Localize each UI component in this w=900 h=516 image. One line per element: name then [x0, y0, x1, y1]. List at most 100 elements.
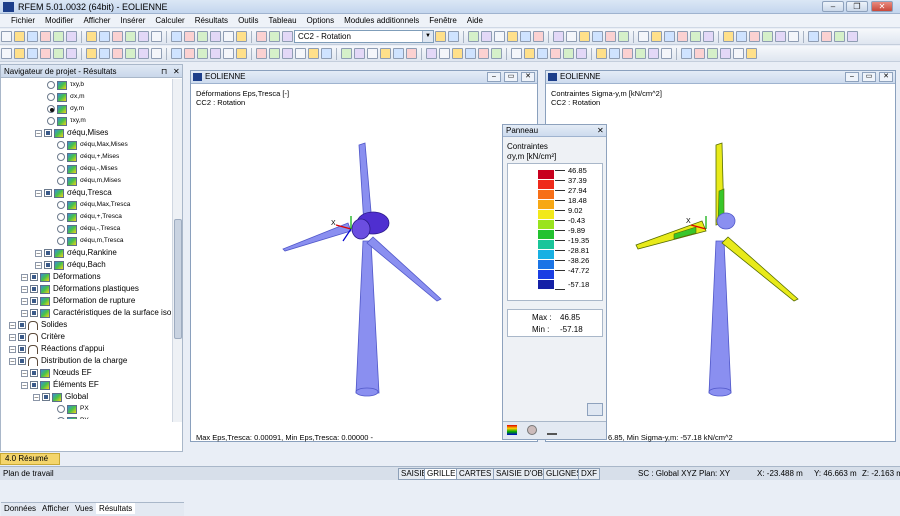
tb2-tool-icon-1[interactable] — [14, 48, 25, 59]
tb2-tool-icon-59[interactable] — [720, 48, 731, 59]
checkbox[interactable] — [30, 273, 38, 281]
tb1-tool-icon-1[interactable] — [14, 31, 25, 42]
tb2-tool-icon-33[interactable] — [406, 48, 417, 59]
menu-item-1[interactable]: Modifier — [40, 16, 78, 25]
status-toggle-dxf[interactable]: DXF — [578, 468, 600, 480]
radio-button[interactable] — [47, 81, 55, 89]
tb1-tool-icon-25[interactable] — [435, 31, 446, 42]
menu-item-2[interactable]: Afficher — [78, 16, 115, 25]
pin-icon[interactable]: ⊓ — [161, 67, 167, 76]
tree-item[interactable]: σéqu,+,Mises — [57, 151, 119, 163]
tb2-tool-icon-32[interactable] — [393, 48, 404, 59]
tb1-tool-icon-37[interactable] — [579, 31, 590, 42]
tb1-tool-icon-14[interactable] — [171, 31, 182, 42]
tree-item[interactable]: – Distribution de la charge — [9, 355, 127, 367]
tb2-tool-icon-57[interactable] — [694, 48, 705, 59]
tb2-tool-icon-40[interactable] — [491, 48, 502, 59]
maximize-button[interactable]: ❐ — [846, 1, 868, 12]
radio-button[interactable] — [57, 177, 65, 185]
tb2-tool-icon-45[interactable] — [550, 48, 561, 59]
radio-button[interactable] — [57, 165, 65, 173]
radio-button[interactable] — [57, 153, 65, 161]
tb2-tool-icon-39[interactable] — [478, 48, 489, 59]
loadcase-combo[interactable]: CC2 - Rotation ▼ — [294, 30, 434, 43]
tb2-tool-icon-35[interactable] — [426, 48, 437, 59]
checkbox[interactable] — [42, 393, 50, 401]
expand-icon[interactable]: – — [35, 261, 42, 269]
tb2-tool-icon-3[interactable] — [40, 48, 51, 59]
tree-item[interactable]: σéqu,m,Mises — [57, 175, 121, 187]
tb2-tool-icon-46[interactable] — [563, 48, 574, 59]
tree-item[interactable]: – Réactions d'appui — [9, 343, 104, 355]
tree-item[interactable]: τxy,b — [47, 79, 84, 91]
tb2-tool-icon-36[interactable] — [439, 48, 450, 59]
tb1-tool-icon-8[interactable] — [99, 31, 110, 42]
expand-icon[interactable]: – — [9, 345, 16, 353]
radio-button[interactable] — [47, 93, 55, 101]
tree-item[interactable]: – σéqu,Tresca — [35, 187, 112, 199]
tb2-tool-icon-54[interactable] — [661, 48, 672, 59]
tb1-tool-icon-39[interactable] — [605, 31, 616, 42]
tree-item[interactable]: σy,m — [47, 103, 84, 115]
panel-close-icon[interactable]: ✕ — [597, 126, 604, 135]
navigator-close-icon[interactable]: ✕ — [173, 67, 180, 76]
color-scale-tab-icon[interactable] — [507, 425, 517, 435]
filter-tab-icon[interactable] — [547, 425, 557, 435]
tb1-tool-icon-12[interactable] — [151, 31, 162, 42]
checkbox[interactable] — [30, 381, 38, 389]
checkbox[interactable] — [18, 345, 26, 353]
menu-item-10[interactable]: Fenêtre — [424, 16, 462, 25]
expand-icon[interactable]: – — [21, 369, 28, 377]
tb2-tool-icon-8[interactable] — [99, 48, 110, 59]
combo-arrow-icon[interactable]: ▼ — [422, 31, 433, 42]
tree-item[interactable]: – Déformation de rupture — [21, 295, 135, 307]
tb2-tool-icon-25[interactable] — [308, 48, 319, 59]
tree-item[interactable]: – Global — [33, 391, 88, 403]
tb2-tool-icon-19[interactable] — [236, 48, 247, 59]
tb2-tool-icon-2[interactable] — [27, 48, 38, 59]
tb2-tool-icon-38[interactable] — [465, 48, 476, 59]
tb1-tool-icon-52[interactable] — [762, 31, 773, 42]
tb1-tool-icon-44[interactable] — [664, 31, 675, 42]
tree-item[interactable]: – Déformations — [21, 271, 101, 283]
radio-button[interactable] — [57, 225, 65, 233]
tb2-tool-icon-26[interactable] — [321, 48, 332, 59]
menu-item-0[interactable]: Fichier — [6, 16, 40, 25]
tree-item[interactable]: – σéqu,Bach — [35, 259, 106, 271]
tb1-tool-icon-58[interactable] — [834, 31, 845, 42]
tb1-tool-icon-50[interactable] — [736, 31, 747, 42]
tb1-tool-icon-33[interactable] — [533, 31, 544, 42]
expand-icon[interactable]: – — [9, 333, 16, 341]
tb2-tool-icon-0[interactable] — [1, 48, 12, 59]
tb2-tool-icon-23[interactable] — [282, 48, 293, 59]
tree-item[interactable]: PX — [57, 403, 89, 415]
tb1-tool-icon-46[interactable] — [690, 31, 701, 42]
navigator-tab-3[interactable]: Résultats — [95, 503, 136, 514]
navigator-tab-2[interactable]: Vues — [72, 503, 96, 514]
tb2-tool-icon-52[interactable] — [635, 48, 646, 59]
expand-icon[interactable]: – — [21, 285, 28, 293]
checkbox[interactable] — [30, 369, 38, 377]
tb2-tool-icon-56[interactable] — [681, 48, 692, 59]
tb2-tool-icon-17[interactable] — [210, 48, 221, 59]
tb1-tool-icon-3[interactable] — [40, 31, 51, 42]
radio-button[interactable] — [57, 237, 65, 245]
tb1-tool-icon-19[interactable] — [236, 31, 247, 42]
expand-icon[interactable]: – — [21, 273, 28, 281]
checkbox[interactable] — [30, 309, 38, 317]
tb2-tool-icon-49[interactable] — [596, 48, 607, 59]
tb2-tool-icon-28[interactable] — [341, 48, 352, 59]
navigator-tab-1[interactable]: Afficher — [39, 503, 72, 514]
status-toggle-cartes[interactable]: CARTES — [456, 468, 495, 480]
tb1-tool-icon-53[interactable] — [775, 31, 786, 42]
tb2-tool-icon-21[interactable] — [256, 48, 267, 59]
navigator-scrollbar[interactable] — [172, 79, 182, 422]
tb2-tool-icon-37[interactable] — [452, 48, 463, 59]
checkbox[interactable] — [44, 261, 52, 269]
menu-item-11[interactable]: Aide — [462, 16, 488, 25]
expand-icon[interactable]: – — [21, 297, 28, 305]
tb1-tool-icon-49[interactable] — [723, 31, 734, 42]
expand-icon[interactable]: – — [35, 189, 42, 197]
tb1-tool-icon-18[interactable] — [223, 31, 234, 42]
tree-item[interactable]: – Caractéristiques de la surface isot — [21, 307, 171, 319]
